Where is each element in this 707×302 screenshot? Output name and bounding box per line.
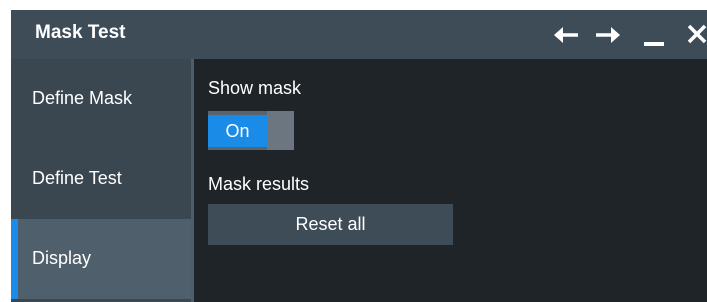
toggle-knob[interactable] bbox=[267, 111, 294, 150]
toggle-on-state: On bbox=[208, 115, 267, 147]
arrow-left-icon[interactable] bbox=[550, 10, 580, 59]
reset-all-button[interactable]: Reset all bbox=[208, 204, 453, 245]
sidebar-item-display[interactable]: Display bbox=[11, 219, 191, 299]
show-mask-label: Show mask bbox=[208, 78, 302, 98]
mask-results-label: Mask results bbox=[208, 174, 310, 194]
sidebar: Define Mask Define Test Display bbox=[11, 59, 191, 302]
dialog-titlebar: Mask Test bbox=[11, 10, 707, 59]
sidebar-item-label: Define Test bbox=[32, 168, 122, 188]
close-icon[interactable] bbox=[685, 10, 707, 59]
sidebar-item-label: Define Mask bbox=[32, 88, 133, 108]
sidebar-item-label: Display bbox=[32, 248, 92, 268]
dialog-title: Mask Test bbox=[35, 22, 126, 43]
arrow-right-icon[interactable] bbox=[594, 10, 624, 59]
sidebar-item-define-test[interactable]: Define Test bbox=[11, 139, 191, 219]
sidebar-item-define-mask[interactable]: Define Mask bbox=[11, 59, 191, 139]
display-panel: Show mask On Mask results Reset all bbox=[194, 59, 707, 302]
minimize-icon[interactable] bbox=[640, 10, 668, 59]
show-mask-toggle[interactable]: On bbox=[208, 111, 294, 150]
mask-test-dialog: Mask Test Define Mask Define Test Displa… bbox=[11, 10, 707, 302]
